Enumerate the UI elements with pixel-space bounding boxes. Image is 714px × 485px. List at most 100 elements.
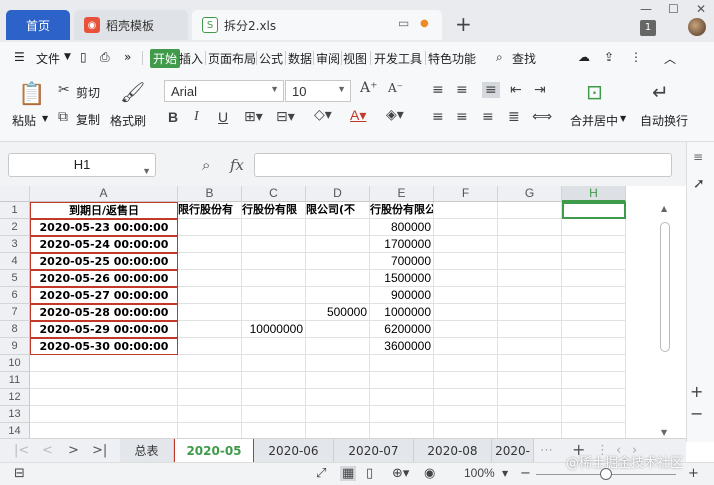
print-icon[interactable]: ⎙ [100, 50, 110, 65]
copy-icon[interactable]: ⧉ [58, 109, 68, 125]
first-sheet-icon[interactable]: |< [14, 443, 29, 458]
cell-a7[interactable]: 2020-05-28 00:00:00 [30, 304, 178, 321]
cut-button[interactable]: 剪切 [76, 84, 100, 101]
cursor-icon[interactable]: ➚ [693, 176, 705, 192]
cell-d12[interactable] [306, 389, 370, 406]
sheet-tab-summary[interactable]: 总表 [120, 439, 174, 463]
cell-h7[interactable] [562, 304, 626, 321]
cell-c6[interactable] [242, 287, 306, 304]
cell-f6[interactable] [434, 287, 498, 304]
cell-g3[interactable] [498, 236, 562, 253]
zoom-in-button[interactable]: + [688, 466, 699, 481]
vertical-scrollbar-thumb[interactable] [660, 222, 670, 352]
collapse-ribbon-icon[interactable]: ︿ [664, 50, 676, 67]
justify-icon[interactable]: ≣ [508, 109, 520, 125]
cell-g12[interactable] [498, 389, 562, 406]
row-header-3[interactable]: 3 [0, 236, 30, 253]
italic-icon[interactable]: I [194, 109, 199, 125]
cell-e5[interactable]: 1500000 [370, 270, 434, 287]
cell-f10[interactable] [434, 355, 498, 372]
cell-c12[interactable] [242, 389, 306, 406]
font-grow-icon[interactable]: A⁺ [360, 80, 378, 96]
cell-a13[interactable] [30, 406, 178, 423]
minimize-icon[interactable]: — [640, 2, 652, 16]
cell-a5[interactable]: 2020-05-26 00:00:00 [30, 270, 178, 287]
menu-page-layout[interactable]: 页面布局 [208, 50, 256, 67]
wrap-text-button[interactable]: 自动换行 [640, 112, 688, 129]
cell-c11[interactable] [242, 372, 306, 389]
cell-e2[interactable]: 800000 [370, 219, 434, 236]
cell-g8[interactable] [498, 321, 562, 338]
menu-review[interactable]: 审阅 [316, 50, 340, 67]
cell-f12[interactable] [434, 389, 498, 406]
panel-menu-icon[interactable]: ≡ [693, 150, 703, 164]
cell-a6[interactable]: 2020-05-27 00:00:00 [30, 287, 178, 304]
align-left-icon[interactable]: ≡ [432, 109, 444, 125]
maximize-icon[interactable]: ☐ [668, 2, 679, 16]
column-header-g[interactable]: G [498, 186, 562, 202]
cell-c7[interactable] [242, 304, 306, 321]
cell-c9[interactable] [242, 338, 306, 355]
cell-e6[interactable]: 900000 [370, 287, 434, 304]
chevron-down-icon[interactable]: ▼ [42, 114, 48, 123]
cell-a1[interactable]: 到期日/返售日 [30, 202, 178, 219]
menu-data[interactable]: 数据 [288, 50, 312, 67]
cell-d14[interactable] [306, 423, 370, 438]
zoom-out-icon[interactable]: − [690, 404, 703, 423]
cell-g6[interactable] [498, 287, 562, 304]
font-shrink-icon[interactable]: A⁻ [388, 81, 403, 95]
row-header-2[interactable]: 2 [0, 219, 30, 236]
select-all-corner[interactable] [0, 186, 30, 202]
clear-format-icon[interactable]: ◈▾ [386, 107, 404, 123]
cell-h5[interactable] [562, 270, 626, 287]
window-count-badge[interactable]: 1 [640, 20, 656, 36]
tab-template[interactable]: ◉ 稻壳模板 [74, 10, 188, 40]
cell-b7[interactable] [178, 304, 242, 321]
paste-button[interactable]: 粘贴 [12, 112, 36, 129]
cell-h11[interactable] [562, 372, 626, 389]
avatar[interactable] [688, 18, 706, 36]
cell-e7[interactable]: 1000000 [370, 304, 434, 321]
align-center-icon[interactable]: ≡ [456, 109, 468, 125]
spreadsheet-grid[interactable]: ABCDEFGH1到期日/返售日限行股份有行股份有限限公司(不行股份有限公司22… [0, 186, 686, 438]
cell-e3[interactable]: 1700000 [370, 236, 434, 253]
cell-e9[interactable]: 3600000 [370, 338, 434, 355]
zoom-in-icon[interactable]: + [690, 382, 703, 401]
cell-h4[interactable] [562, 253, 626, 270]
cell-g1[interactable] [498, 202, 562, 219]
cell-b4[interactable] [178, 253, 242, 270]
new-tab-button[interactable]: + [455, 12, 472, 36]
cell-d8[interactable] [306, 321, 370, 338]
sheet-tab-2020-07[interactable]: 2020-07 [334, 439, 414, 463]
cell-f11[interactable] [434, 372, 498, 389]
column-header-a[interactable]: A [30, 186, 178, 202]
row-header-9[interactable]: 9 [0, 338, 30, 355]
cell-d10[interactable] [306, 355, 370, 372]
cell-g14[interactable] [498, 423, 562, 438]
cell-e10[interactable] [370, 355, 434, 372]
cell-h8[interactable] [562, 321, 626, 338]
cell-c10[interactable] [242, 355, 306, 372]
cell-a9[interactable]: 2020-05-30 00:00:00 [30, 338, 178, 355]
cell-h2[interactable] [562, 219, 626, 236]
cell-h14[interactable] [562, 423, 626, 438]
zoom-out-button[interactable]: − [520, 466, 531, 481]
row-header-8[interactable]: 8 [0, 321, 30, 338]
cell-b2[interactable] [178, 219, 242, 236]
scroll-down-icon[interactable]: ▼ [661, 428, 667, 437]
paste-icon[interactable]: 📋 [18, 82, 45, 107]
cell-d6[interactable] [306, 287, 370, 304]
menu-insert[interactable]: 插入 [179, 50, 203, 67]
bold-icon[interactable]: B [168, 109, 178, 125]
cell-h10[interactable] [562, 355, 626, 372]
column-header-c[interactable]: C [242, 186, 306, 202]
underline-icon[interactable]: U [218, 109, 228, 125]
search-icon[interactable]: ⌕ [496, 50, 503, 65]
font-name-select[interactable]: Arial ▼ [164, 80, 284, 102]
cell-f7[interactable] [434, 304, 498, 321]
cell-a11[interactable] [30, 372, 178, 389]
fill-color-icon[interactable]: ◇▾ [314, 107, 332, 123]
zoom-icon[interactable]: ⌕ [202, 156, 210, 174]
sheet-tab-2020-08[interactable]: 2020-08 [414, 439, 492, 463]
column-header-e[interactable]: E [370, 186, 434, 202]
